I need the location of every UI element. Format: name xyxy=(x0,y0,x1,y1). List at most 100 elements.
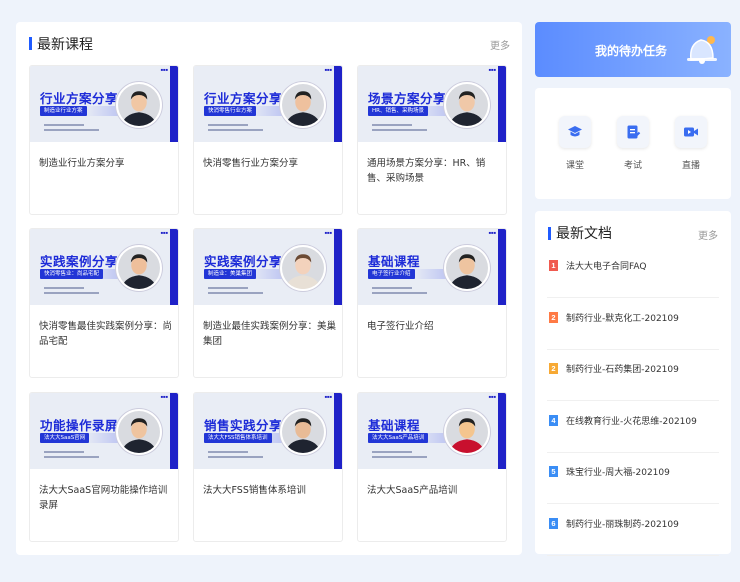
thumbnail-caption-line xyxy=(372,124,412,126)
speaker-avatar xyxy=(280,245,326,291)
thumbnail-brand-mark: ■■■ xyxy=(324,394,332,399)
course-card[interactable]: ■■■ 行业方案分享 制造业行业方案 制造业行业方案分享 xyxy=(29,65,179,215)
live-icon xyxy=(675,116,707,148)
doc-rank-badge: 6 xyxy=(549,517,558,529)
thumbnail-caption-line xyxy=(44,124,84,126)
todo-banner[interactable]: 我的待办任务 xyxy=(535,22,731,77)
thumbnail-caption-line xyxy=(208,287,248,289)
thumbnail-brand-mark: ■■■ xyxy=(160,394,168,399)
thumbnail-title: 行业方案分享 xyxy=(40,91,119,106)
quick-item-label: 考试 xyxy=(623,161,642,171)
thumbnail-caption-line xyxy=(44,129,99,131)
thumbnail-tag: HR、销售、采购场景 xyxy=(368,106,428,116)
thumbnail-caption-line xyxy=(208,456,263,458)
course-title: 法大大FSS销售体系培训 xyxy=(203,485,306,496)
course-thumbnail: ■■■ 行业方案分享 制造业行业方案 xyxy=(30,66,178,142)
course-card[interactable]: ■■■ 销售实践分享 法大大FSS销售体系培训 法大大FSS销售体系培训 xyxy=(193,392,343,542)
course-thumbnail: ■■■ 功能操作录屏 法大大SaaS官网 xyxy=(30,393,178,469)
quick-item-label: 直播 xyxy=(681,161,700,171)
thumbnail-band xyxy=(170,393,178,469)
speaker-avatar xyxy=(116,245,162,291)
thumbnail-title: 基础课程 xyxy=(368,254,421,269)
thumbnail-band xyxy=(170,229,178,305)
thumbnail-brand-mark: ■■■ xyxy=(324,230,332,235)
thumbnail-tag: 制造业行业方案 xyxy=(40,106,87,116)
thumbnail-title: 行业方案分享 xyxy=(204,91,283,106)
thumbnail-caption-line xyxy=(44,292,99,294)
docs-title: 最新文档 xyxy=(556,226,612,242)
thumbnail-caption-line xyxy=(208,292,263,294)
thumbnail-band xyxy=(334,229,342,305)
course-card[interactable]: ■■■ 基础课程 电子签行业介绍 电子签行业介绍 xyxy=(357,228,507,378)
course-title: 制造业最佳实践案例分享：美巢集团 xyxy=(203,321,337,347)
thumbnail-band xyxy=(170,66,178,142)
doc-name: 制药行业-默克化工-202109 xyxy=(566,313,679,324)
courses-more-link[interactable]: 更多 xyxy=(490,37,510,52)
course-thumbnail: ■■■ 实践案例分享 快消零售业：尚品宅配 xyxy=(30,229,178,305)
doc-rank-badge: 2 xyxy=(549,363,558,374)
thumbnail-tag: 快消零售行业方案 xyxy=(204,106,257,116)
quick-item-live[interactable]: 直播 xyxy=(671,116,711,171)
thumbnail-band xyxy=(498,66,506,142)
doc-list-item[interactable]: 1 法大大电子合同FAQ xyxy=(547,247,719,298)
classroom-icon xyxy=(559,116,591,148)
course-card[interactable]: ■■■ 场景方案分享 HR、销售、采购场景 通用场景方案分享：HR、销售、采购场… xyxy=(357,65,507,215)
thumbnail-tag: 电子签行业介绍 xyxy=(368,269,415,279)
exam-icon xyxy=(617,116,649,148)
quick-item-classroom[interactable]: 课堂 xyxy=(555,116,595,171)
thumbnail-brand-mark: ■■■ xyxy=(488,230,496,235)
thumbnail-caption-line xyxy=(44,287,84,289)
course-title: 通用场景方案分享：HR、销售、采购场景 xyxy=(367,158,486,184)
course-title: 制造业行业方案分享 xyxy=(39,158,125,169)
course-card[interactable]: ■■■ 基础课程 法大大SaaS产品培训 法大大SaaS产品培训 xyxy=(357,392,507,542)
doc-list-item[interactable]: 4 在线教育行业-火花思维-202109 xyxy=(547,402,719,453)
thumbnail-caption-line xyxy=(44,451,84,453)
speaker-avatar xyxy=(280,409,326,455)
docs-more-link[interactable]: 更多 xyxy=(698,227,718,242)
course-card[interactable]: ■■■ 行业方案分享 快消零售行业方案 快消零售行业方案分享 xyxy=(193,65,343,215)
course-title: 快消零售行业方案分享 xyxy=(203,158,299,169)
thumbnail-title: 销售实践分享 xyxy=(204,418,283,433)
section-accent-bar xyxy=(29,37,32,50)
doc-name: 制药行业-丽珠制药-202109 xyxy=(566,519,679,530)
doc-rank-badge: 4 xyxy=(549,414,558,426)
speaker-avatar xyxy=(116,409,162,455)
doc-rank-badge: 1 xyxy=(549,260,558,271)
doc-list-item[interactable]: 2 制药行业-默克化工-202109 xyxy=(547,299,719,350)
course-card[interactable]: ■■■ 实践案例分享 快消零售业：尚品宅配 快消零售最佳实践案例分享：尚品宅配 xyxy=(29,228,179,378)
speaker-avatar xyxy=(444,409,490,455)
thumbnail-caption-line xyxy=(208,451,248,453)
thumbnail-title: 实践案例分享 xyxy=(40,254,119,269)
thumbnail-caption-line xyxy=(372,451,412,453)
bell-icon xyxy=(681,30,721,75)
course-title: 电子签行业介绍 xyxy=(367,321,434,332)
course-thumbnail: ■■■ 销售实践分享 法大大FSS销售体系培训 xyxy=(194,393,342,469)
course-thumbnail: ■■■ 实践案例分享 制造业：美巢集团 xyxy=(194,229,342,305)
doc-rank-badge: 5 xyxy=(549,466,558,477)
course-title: 快消零售最佳实践案例分享：尚品宅配 xyxy=(39,321,173,347)
courses-header: 最新课程 更多 xyxy=(16,22,522,62)
course-thumbnail: ■■■ 行业方案分享 快消零售行业方案 xyxy=(194,66,342,142)
docs-header: 最新文档 更多 xyxy=(535,211,731,251)
course-card[interactable]: ■■■ 实践案例分享 制造业：美巢集团 制造业最佳实践案例分享：美巢集团 xyxy=(193,228,343,378)
quick-item-label: 课堂 xyxy=(565,161,584,171)
doc-list-item[interactable]: 5 珠宝行业-周大福-202109 xyxy=(547,453,719,504)
thumbnail-tag: 制造业：美巢集团 xyxy=(204,269,257,279)
doc-list-item[interactable]: 2 制药行业-石药集团-202109 xyxy=(547,350,719,401)
section-accent-bar xyxy=(548,227,551,240)
doc-name: 在线教育行业-火花思维-202109 xyxy=(566,416,697,427)
thumbnail-brand-mark: ■■■ xyxy=(160,230,168,235)
thumbnail-caption-line xyxy=(208,129,263,131)
course-card[interactable]: ■■■ 功能操作录屏 法大大SaaS官网 法大大SaaS官网功能操作培训录屏 xyxy=(29,392,179,542)
thumbnail-tag: 法大大SaaS产品培训 xyxy=(368,433,429,443)
quick-item-exam[interactable]: 考试 xyxy=(613,116,653,171)
speaker-avatar xyxy=(116,82,162,128)
doc-list-item[interactable]: 6 制药行业-丽珠制药-202109 xyxy=(547,505,719,556)
doc-rank-badge: 2 xyxy=(549,311,558,323)
thumbnail-title: 基础课程 xyxy=(368,418,421,433)
thumbnail-brand-mark: ■■■ xyxy=(488,67,496,72)
thumbnail-band xyxy=(498,229,506,305)
speaker-avatar xyxy=(444,245,490,291)
thumbnail-tag: 快消零售业：尚品宅配 xyxy=(40,269,104,279)
thumbnail-title: 实践案例分享 xyxy=(204,254,283,269)
